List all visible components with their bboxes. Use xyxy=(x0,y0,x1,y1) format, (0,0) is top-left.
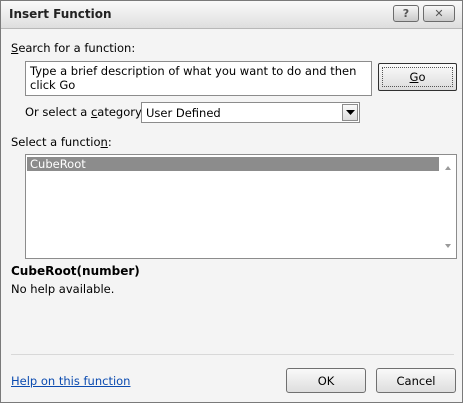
list-item[interactable]: CubeRoot xyxy=(27,157,439,171)
title-bar[interactable]: Insert Function ? ✕ xyxy=(1,1,462,29)
go-button-label: Go xyxy=(409,70,426,84)
close-button[interactable]: ✕ xyxy=(423,5,455,22)
ok-button-label: OK xyxy=(317,373,335,388)
insert-function-dialog: Insert Function ? ✕ Search for a functio… xyxy=(0,0,463,403)
cancel-button-label: Cancel xyxy=(396,373,436,388)
footer-divider xyxy=(11,354,454,355)
question-icon: ? xyxy=(402,7,410,20)
search-label: Search for a function: xyxy=(11,41,136,55)
function-description: No help available. xyxy=(11,282,115,296)
search-input-text: Type a brief description of what you wan… xyxy=(30,64,357,92)
function-signature: CubeRoot(number) xyxy=(11,264,140,278)
dialog-title: Insert Function xyxy=(9,7,112,21)
chevron-down-icon xyxy=(345,110,355,115)
scroll-down-icon[interactable] xyxy=(443,241,453,251)
list-scrollbar[interactable] xyxy=(440,155,456,258)
category-dropdown[interactable]: User Defined xyxy=(141,102,360,123)
function-list-label: Select a function: xyxy=(11,135,112,149)
help-on-function-link[interactable]: Help on this function xyxy=(11,374,130,388)
cancel-button[interactable]: Cancel xyxy=(376,368,456,393)
function-list[interactable]: CubeRoot xyxy=(25,154,457,259)
help-button[interactable]: ? xyxy=(393,5,419,22)
dropdown-arrow-button[interactable] xyxy=(342,104,358,121)
scroll-up-icon[interactable] xyxy=(443,163,453,173)
category-value: User Defined xyxy=(146,106,221,120)
close-icon: ✕ xyxy=(434,7,444,20)
search-input[interactable]: Type a brief description of what you wan… xyxy=(25,61,372,96)
go-button[interactable]: Go xyxy=(378,63,457,91)
category-label: Or select a category: xyxy=(25,105,145,119)
ok-button[interactable]: OK xyxy=(286,368,366,393)
